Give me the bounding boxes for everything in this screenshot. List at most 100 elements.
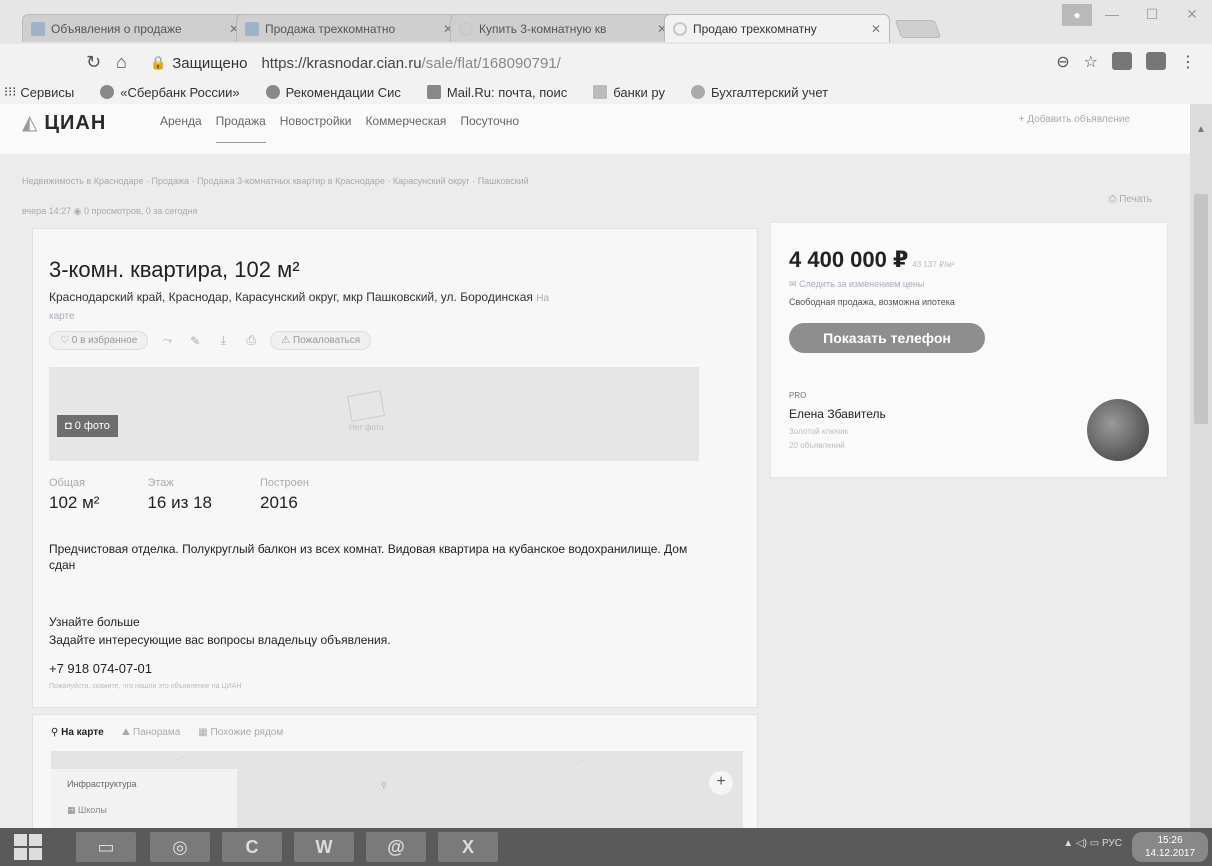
bookmark-accounting[interactable]: Бухгалтерский учет xyxy=(690,84,829,100)
clock[interactable]: 15:26 14.12.2017 xyxy=(1132,832,1208,862)
extension-icon[interactable] xyxy=(1112,52,1132,70)
favorite-button[interactable]: ♡ 0 в избранное xyxy=(49,331,149,350)
print-small-icon[interactable]: ⎙ xyxy=(242,333,260,348)
bookmark-services[interactable]: ⁝⁝⁝ Сервисы xyxy=(4,84,74,100)
minimize-button[interactable]: — xyxy=(1092,0,1132,28)
logo-mark-icon: ◭ xyxy=(22,112,39,134)
maximize-button[interactable]: ☐ xyxy=(1132,0,1172,28)
infrastructure-item-label: Школы xyxy=(78,805,107,815)
show-phone-button[interactable]: Показать телефон xyxy=(789,323,985,353)
menu-daily[interactable]: Посуточно xyxy=(460,114,519,143)
extension-icon[interactable] xyxy=(1146,52,1166,70)
camera-icon: ◘ xyxy=(65,420,75,432)
language-indicator[interactable]: РУС xyxy=(1102,838,1122,849)
reload-icon[interactable]: ↻ xyxy=(86,52,101,73)
bird-icon xyxy=(690,85,705,99)
photo-gallery[interactable]: ◘ 0 фото Нет фото xyxy=(49,367,699,461)
sberbank-icon xyxy=(100,85,115,99)
photo-count-badge[interactable]: ◘ 0 фото xyxy=(57,415,118,437)
tab-2[interactable]: Продажа трехкомнатно ✕ xyxy=(236,14,462,42)
system-tray[interactable]: ▲ ◁) ▭ РУС xyxy=(1063,838,1122,849)
zoom-in-button[interactable]: + xyxy=(709,771,733,795)
bookmark-mailru[interactable]: Mail.Ru: почта, поис xyxy=(426,84,568,100)
page-scrollbar[interactable]: ▲ xyxy=(1190,104,1212,828)
scrollbar-thumb[interactable] xyxy=(1194,194,1208,424)
heart-icon: ♡ xyxy=(60,335,72,346)
zoom-icon[interactable]: ⊖ xyxy=(1056,52,1069,72)
agent-listings-count[interactable]: 20 объявлений xyxy=(789,441,845,450)
start-button[interactable] xyxy=(14,834,44,860)
listing-actions: ♡ 0 в избранное ⤳ ✎ ⤓ ⎙ ⚠ Пожаловаться xyxy=(49,331,372,350)
chrome-taskbar-icon[interactable]: ◎ xyxy=(150,832,210,862)
tab-label: Панорама xyxy=(132,727,181,738)
fact-label: Построен xyxy=(260,477,309,489)
edit-icon[interactable]: ✎ xyxy=(186,334,204,348)
bookmark-banki[interactable]: банки ру xyxy=(593,85,665,100)
favorite-label: 0 в избранное xyxy=(71,335,138,346)
new-tab-button[interactable] xyxy=(894,20,942,38)
browser-titlebar: Объявления о продаже ✕ Продажа трехкомна… xyxy=(0,0,1212,44)
bookmark-star-icon[interactable]: ☆ xyxy=(1084,52,1098,72)
bookmark-label: Бухгалтерский учет xyxy=(710,84,829,100)
apps-grid-icon: ⁝⁝⁝ xyxy=(4,84,17,99)
map-pin-icon: ⚲ xyxy=(51,727,62,738)
site-menu: Аренда Продажа Новостройки Коммерческая … xyxy=(160,114,519,143)
tab-on-map[interactable]: ⚲ На карте xyxy=(51,727,104,738)
close-tab-icon[interactable]: ✕ xyxy=(871,22,881,36)
cian-favicon-icon xyxy=(31,21,45,36)
tab-similar-nearby[interactable]: ▦ Похожие рядом xyxy=(198,727,283,738)
home-icon[interactable]: ⌂ xyxy=(116,52,127,73)
avatar[interactable] xyxy=(1087,399,1149,461)
mail-taskbar-icon[interactable]: @ xyxy=(366,832,426,862)
tab-panorama[interactable]: ⛰ Панорама xyxy=(122,727,181,738)
excel-taskbar-icon[interactable]: X xyxy=(438,832,498,862)
bookmark-sberbank[interactable]: «Сбербанк России» xyxy=(100,84,240,100)
cian-logo[interactable]: ◭ ЦИАН xyxy=(22,110,106,135)
tab-3[interactable]: Купить 3-комнатную кв ✕ xyxy=(450,14,676,42)
bookmark-label: «Сбербанк России» xyxy=(120,84,240,100)
browser-toolbar: ↻ ⌂ 🔒 Защищено https://krasnodar.cian.ru… xyxy=(0,44,1212,80)
add-listing-link[interactable]: + Добавить объявление xyxy=(1019,114,1130,125)
tab-1[interactable]: Объявления о продаже ✕ xyxy=(22,14,248,42)
logo-text: ЦИАН xyxy=(44,112,107,134)
word-taskbar-icon[interactable]: W xyxy=(294,832,354,862)
menu-new-buildings[interactable]: Новостройки xyxy=(280,114,352,143)
menu-sale[interactable]: Продажа xyxy=(215,114,266,143)
scroll-up-icon[interactable]: ▲ xyxy=(1196,124,1206,135)
map-street: · · · xyxy=(569,756,585,771)
fact-area: Общая 102 м² xyxy=(49,477,99,513)
menu-commercial[interactable]: Коммерческая xyxy=(366,114,447,143)
breadcrumb[interactable]: Недвижимость в Краснодаре · Продажа · Пр… xyxy=(22,176,529,186)
fact-value: 16 из 18 xyxy=(147,493,212,512)
complain-button[interactable]: ⚠ Пожаловаться xyxy=(270,331,372,350)
mail-icon xyxy=(426,85,441,99)
bookmark-recommendations[interactable]: Рекомендации Сис xyxy=(265,85,401,100)
mail-icon: ✉ xyxy=(789,279,800,289)
listing-description: Предчистовая отделка. Полукруглый балкон… xyxy=(49,542,688,572)
ccleaner-taskbar-icon[interactable]: C xyxy=(222,832,282,862)
address-bar[interactable]: 🔒 Защищено https://krasnodar.cian.ru/sal… xyxy=(150,51,1070,75)
menu-rent[interactable]: Аренда xyxy=(160,114,202,143)
print-link[interactable]: ⎙ Печать xyxy=(1108,194,1152,205)
close-window-button[interactable]: ✕ xyxy=(1172,0,1212,28)
listing-price: 4 400 000 ₽43 137 ₽/м² xyxy=(789,247,954,273)
toolbar-right: ⊖ ☆ ⋮ xyxy=(1056,52,1196,72)
bookmark-label: Mail.Ru: почта, поис xyxy=(446,84,568,100)
infrastructure-item-schools[interactable]: ▦ Школы xyxy=(67,805,221,816)
download-icon[interactable]: ⤓ xyxy=(214,333,232,348)
map-view[interactable]: · · · ⚲ · · · Инфраструктура ▦ Школы + xyxy=(51,751,743,828)
explorer-taskbar-icon[interactable]: ▭ xyxy=(76,832,136,862)
menu-icon[interactable]: ⋮ xyxy=(1180,52,1196,72)
complain-label: Пожаловаться xyxy=(293,335,361,346)
owner-phone[interactable]: +7 918 074-07-01 xyxy=(49,661,152,676)
location-favicon-icon xyxy=(459,21,473,36)
follow-price-link[interactable]: ✉ Следить за изменением цены xyxy=(789,279,924,290)
user-profile-icon[interactable]: ● xyxy=(1062,4,1092,26)
tab-4-active[interactable]: Продаю трехкомнатну ✕ xyxy=(664,14,890,42)
agent-name[interactable]: Елена Збавитель xyxy=(789,407,886,421)
address-text: Краснодарский край, Краснодар, Карасунск… xyxy=(49,290,533,304)
tab-label: Похожие рядом xyxy=(210,727,284,738)
windows-logo-icon xyxy=(29,834,42,846)
share-icon[interactable]: ⤳ xyxy=(158,333,176,348)
tab-title: Купить 3-комнатную кв xyxy=(479,21,607,36)
